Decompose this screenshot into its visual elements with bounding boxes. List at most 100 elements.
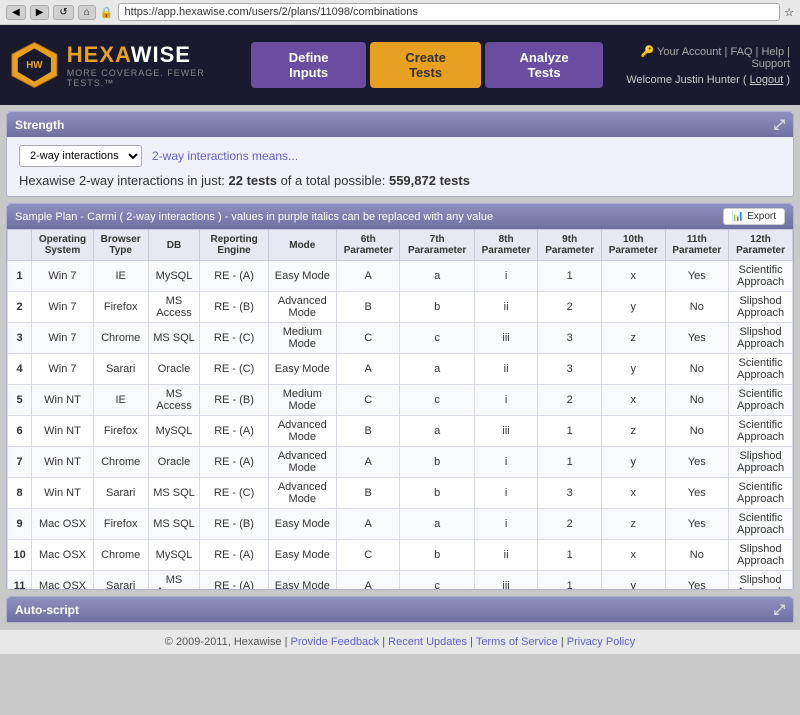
refresh-button[interactable]: ↺ xyxy=(53,5,73,20)
header-right: 🔑 Your Account | FAQ | Help | Support We… xyxy=(603,45,790,86)
cell-p6: A xyxy=(336,571,400,590)
cell-p7: b xyxy=(400,292,474,323)
cell-mode: Advanced Mode xyxy=(268,416,336,447)
cell-p12: Scientific Approach xyxy=(729,354,793,385)
cell-p8: i xyxy=(474,385,538,416)
cell-re: RE - (C) xyxy=(200,323,268,354)
back-button[interactable]: ◀ xyxy=(6,5,26,20)
table-container[interactable]: Operating System Browser Type DB Reporti… xyxy=(7,229,793,589)
cell-os: Mac OSX xyxy=(32,540,94,571)
cell-p10: y xyxy=(601,571,665,590)
cell-mode: Easy Mode xyxy=(268,354,336,385)
ssl-icon: 🔒 xyxy=(100,6,114,19)
row-num: 10 xyxy=(8,540,32,571)
cell-p7: c xyxy=(400,385,474,416)
cell-os: Mac OSX xyxy=(32,509,94,540)
copyright-text: © 2009-2011, Hexawise xyxy=(165,636,282,648)
cell-db: Oracle xyxy=(148,447,200,478)
cell-p8: i xyxy=(474,447,538,478)
resize-icon[interactable]: ⤢ xyxy=(774,116,785,133)
cell-mode: Easy Mode xyxy=(268,540,336,571)
cell-p7: c xyxy=(400,323,474,354)
cell-p9: 1 xyxy=(538,540,602,571)
cell-p10: z xyxy=(601,323,665,354)
cell-p9: 2 xyxy=(538,385,602,416)
col-header-db: DB xyxy=(148,230,200,261)
table-row: 5 Win NT IE MS Access RE - (B) Medium Mo… xyxy=(8,385,793,416)
cell-p8: iii xyxy=(474,416,538,447)
cell-p7: c xyxy=(400,571,474,590)
table-row: 1 Win 7 IE MySQL RE - (A) Easy Mode A a … xyxy=(8,261,793,292)
export-button[interactable]: 📊 Export xyxy=(723,208,785,225)
cell-re: RE - (B) xyxy=(200,385,268,416)
privacy-link[interactable]: Privacy Policy xyxy=(567,636,635,648)
logo-tagline: MORE COVERAGE. FEWER TESTS.™ xyxy=(67,68,251,88)
cell-p6: C xyxy=(336,540,400,571)
test-count: 22 tests xyxy=(229,173,277,188)
cell-p8: i xyxy=(474,478,538,509)
cell-p12: Slipshod Approach xyxy=(729,292,793,323)
logout-link[interactable]: Logout xyxy=(750,74,784,86)
cell-db: MySQL xyxy=(148,416,200,447)
cell-p6: C xyxy=(336,323,400,354)
terms-link[interactable]: Terms of Service xyxy=(476,636,558,648)
cell-p6: A xyxy=(336,261,400,292)
cell-p7: b xyxy=(400,478,474,509)
cell-db: MS Access xyxy=(148,571,200,590)
cell-os: Win 7 xyxy=(32,354,94,385)
cell-os: Win NT xyxy=(32,385,94,416)
cell-p10: y xyxy=(601,354,665,385)
create-tests-tab[interactable]: Create Tests xyxy=(370,42,480,88)
cell-p8: ii xyxy=(474,292,538,323)
interactions-help-link[interactable]: 2-way interactions means... xyxy=(152,149,298,163)
cell-p11: No xyxy=(665,416,729,447)
cell-p8: ii xyxy=(474,354,538,385)
cell-p6: A xyxy=(336,509,400,540)
autoscript-resize-icon[interactable]: ⤢ xyxy=(774,601,785,618)
col-header-p7: 7th Pararameter xyxy=(400,230,474,261)
svg-text:HW: HW xyxy=(26,60,43,71)
define-inputs-tab[interactable]: Define Inputs xyxy=(251,42,366,88)
row-num: 7 xyxy=(8,447,32,478)
header-links: 🔑 Your Account | FAQ | Help | Support xyxy=(603,45,790,70)
star-icon[interactable]: ☆ xyxy=(784,6,794,19)
cell-re: RE - (A) xyxy=(200,540,268,571)
col-header-p6: 6th Parameter xyxy=(336,230,400,261)
home-button[interactable]: ⌂ xyxy=(78,5,96,20)
cell-mode: Easy Mode xyxy=(268,509,336,540)
cell-p10: y xyxy=(601,447,665,478)
cell-p12: Scientific Approach xyxy=(729,261,793,292)
browser-bar: ◀ ▶ ↺ ⌂ 🔒 ☆ xyxy=(0,0,800,25)
strength-section: Strength ⤢ 2-way interactions 2-way inte… xyxy=(6,111,794,197)
cell-p12: Slipshod Approach xyxy=(729,540,793,571)
forward-button[interactable]: ▶ xyxy=(30,5,50,20)
cell-p6: B xyxy=(336,478,400,509)
interaction-strength-select[interactable]: 2-way interactions xyxy=(19,145,142,167)
logo-icon: HW xyxy=(10,40,59,90)
cell-p10: z xyxy=(601,509,665,540)
row-num: 8 xyxy=(8,478,32,509)
analyze-tests-tab[interactable]: Analyze Tests xyxy=(485,42,604,88)
cell-p11: Yes xyxy=(665,509,729,540)
url-bar[interactable] xyxy=(118,3,781,21)
cell-browser: Firefox xyxy=(93,292,148,323)
recent-updates-link[interactable]: Recent Updates xyxy=(388,636,467,648)
col-header-browser: Browser Type xyxy=(93,230,148,261)
feedback-link[interactable]: Provide Feedback xyxy=(291,636,380,648)
col-header-p10: 10th Parameter xyxy=(601,230,665,261)
cell-re: RE - (C) xyxy=(200,354,268,385)
support-link[interactable]: Support xyxy=(751,58,790,70)
your-account-link[interactable]: Your Account xyxy=(657,46,721,58)
cell-p9: 1 xyxy=(538,571,602,590)
cell-p11: Yes xyxy=(665,261,729,292)
faq-link[interactable]: FAQ xyxy=(730,46,752,58)
combinations-table: Operating System Browser Type DB Reporti… xyxy=(7,229,793,589)
cell-os: Win NT xyxy=(32,447,94,478)
cell-browser: Chrome xyxy=(93,447,148,478)
strength-header: Strength ⤢ xyxy=(7,112,793,137)
cell-mode: Easy Mode xyxy=(268,261,336,292)
help-link[interactable]: Help xyxy=(761,46,784,58)
autoscript-section: Auto-script ⤢ xyxy=(6,596,794,623)
table-header-row: Operating System Browser Type DB Reporti… xyxy=(8,230,793,261)
cell-p9: 1 xyxy=(538,416,602,447)
